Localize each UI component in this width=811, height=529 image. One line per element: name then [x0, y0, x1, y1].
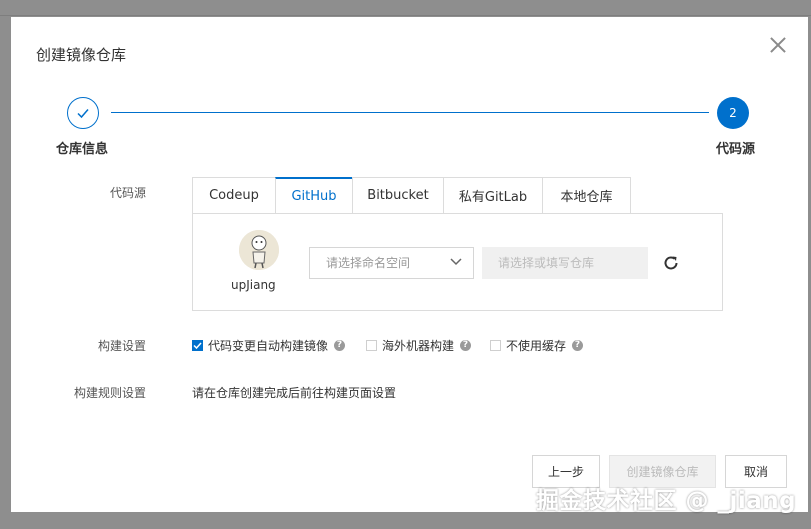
- help-icon[interactable]: ?: [572, 340, 584, 351]
- step-2-label: 代码源: [716, 142, 756, 157]
- check-icon: [193, 342, 202, 350]
- build-settings-label: 构建设置: [97, 339, 146, 353]
- refresh-icon[interactable]: [661, 253, 681, 273]
- create-repo-dialog: 创建镜像仓库 2 仓库信息 代码源 代码源 Codeup GitHub Bitb…: [11, 17, 808, 512]
- auto-build-option[interactable]: 代码变更自动构建镜像 ?: [192, 337, 346, 354]
- auto-build-label: 代码变更自动构建镜像: [208, 339, 329, 353]
- namespace-select-placeholder: 请选择命名空间: [326, 256, 411, 270]
- close-icon[interactable]: [768, 35, 788, 55]
- source-tabs: Codeup GitHub Bitbucket 私有GitLab 本地仓库: [192, 177, 631, 214]
- tab-bitbucket[interactable]: Bitbucket: [352, 177, 443, 214]
- step-progress-line: [111, 112, 709, 113]
- watermark: 掘金技术社区 @ _jiang: [536, 488, 797, 514]
- step-2-indicator: 2: [717, 97, 749, 129]
- background-divider: [0, 15, 811, 16]
- code-source-label: 代码源: [109, 186, 146, 200]
- overseas-build-option[interactable]: 海外机器构建 ?: [366, 337, 472, 354]
- no-cache-checkbox[interactable]: [490, 340, 501, 351]
- step-1-label: 仓库信息: [56, 142, 109, 157]
- repo-input[interactable]: 请选择或填写仓库: [482, 247, 648, 279]
- build-rules-label: 构建规则设置: [73, 386, 146, 400]
- chevron-down-icon: [450, 258, 462, 266]
- namespace-select[interactable]: 请选择命名空间: [309, 247, 474, 279]
- avatar: [239, 230, 279, 270]
- help-icon[interactable]: ?: [334, 340, 346, 351]
- tab-local-repo[interactable]: 本地仓库: [542, 177, 631, 214]
- no-cache-label: 不使用缓存: [506, 339, 567, 353]
- auto-build-checkbox[interactable]: [192, 340, 203, 351]
- check-icon: [77, 109, 89, 119]
- overseas-build-checkbox[interactable]: [366, 340, 377, 351]
- dialog-title: 创建镜像仓库: [36, 46, 127, 64]
- tab-github[interactable]: GitHub: [275, 177, 352, 214]
- no-cache-option[interactable]: 不使用缓存 ?: [490, 337, 584, 354]
- tab-codeup[interactable]: Codeup: [192, 177, 275, 214]
- help-icon[interactable]: ?: [460, 340, 472, 351]
- build-rules-hint: 请在仓库创建完成后前往构建页面设置: [192, 386, 397, 400]
- step-1-check-icon: [67, 97, 99, 129]
- overseas-build-label: 海外机器构建: [382, 339, 455, 353]
- github-panel: upJiang 请选择命名空间 请选择或填写仓库: [192, 213, 723, 311]
- tab-private-gitlab[interactable]: 私有GitLab: [443, 177, 542, 214]
- github-username: upJiang: [231, 278, 276, 292]
